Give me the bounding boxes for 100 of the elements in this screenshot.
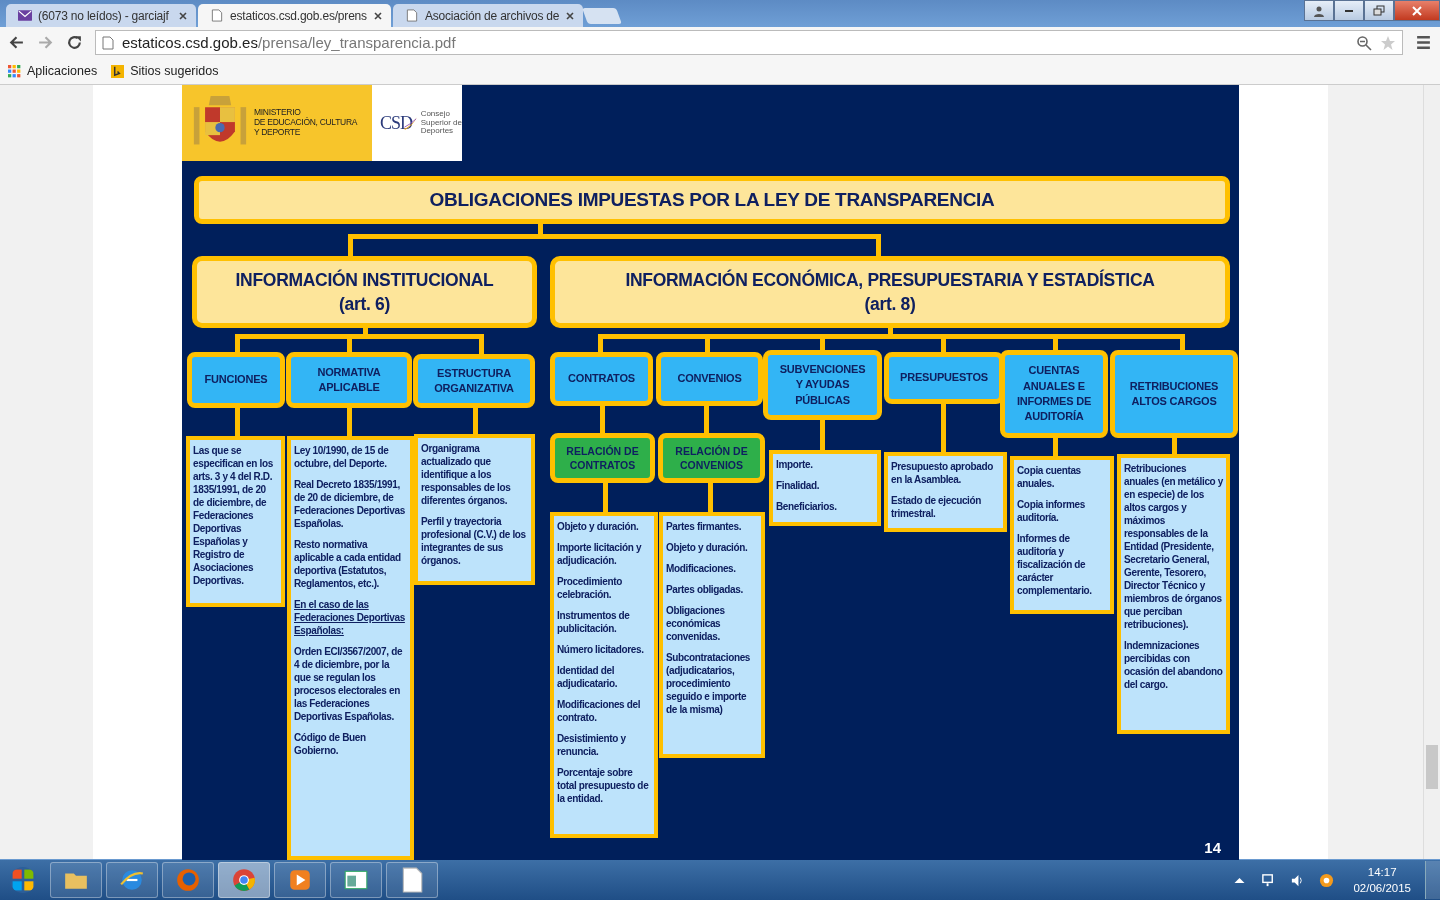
detail-text: Copia cuentas anuales.	[1017, 464, 1082, 490]
detail-text: Obligaciones económicas convenidas.	[666, 604, 726, 643]
windows-logo-icon	[10, 867, 36, 893]
detail-text: Modificaciones del contrato.	[557, 698, 642, 724]
detail-text: Las que se especifican en los arts. 3 y 4 del R.D. 1835/1991, de 20 de diciembre, de Federaciones Deportivas Españolas y Registro de Asociaciones Deportivas.	[193, 444, 274, 587]
detail-text: Partes firmantes.	[666, 520, 743, 533]
detail-text: Objeto y duración.	[557, 520, 640, 533]
close-button[interactable]	[1394, 0, 1440, 21]
section-article: (art. 6)	[338, 293, 391, 316]
detail-text: Resto normativa aplicable a cada entidad deportiva (Estatutos, Reglamentos, etc.).	[294, 538, 402, 590]
detail-text: En el caso de las Federaciones Deportivas Españolas:	[294, 598, 406, 637]
close-icon[interactable]	[372, 10, 383, 21]
category-box: RETRIBUCIONES ALTOS CARGOS	[1110, 350, 1238, 438]
play-icon	[287, 867, 313, 893]
detail-text: Importe licitación y adjudicación.	[557, 541, 643, 567]
page-icon	[210, 9, 224, 22]
detail-text: Desistimiento y renuncia.	[557, 732, 627, 758]
taskbar-button[interactable]	[330, 862, 382, 898]
detail-text: Perfil y trayectoria profesional (C.V.) de los integrantes de sus órganos.	[421, 515, 527, 567]
category-box: ESTRUCTURA ORGANIZATIVA	[413, 354, 535, 408]
page-number: 14	[1204, 839, 1221, 856]
tray-app-icon[interactable]	[1319, 872, 1335, 888]
detail-text: Porcentaje sobre total presupuesto de la entidad.	[557, 766, 650, 805]
taskbar-button[interactable]	[106, 862, 158, 898]
detail-text: Subcontrataciones (adjudicatarios, procedimiento seguido e importe de la misma)	[666, 651, 752, 716]
detail-text: Copia informes auditoría.	[1017, 498, 1086, 524]
address-bar[interactable]: estaticos.csd.gob.es/prensa/ley_transparencia.pdf	[95, 30, 1403, 55]
apps-grid-icon	[8, 64, 21, 78]
tab-title: Asociación de archivos de	[424, 8, 560, 23]
zoom-icon[interactable]	[1356, 34, 1372, 51]
category-box: CONTRATOS	[550, 352, 653, 406]
category-box: FUNCIONES	[187, 352, 285, 408]
clock-date: 02/06/2015	[1353, 881, 1411, 896]
back-icon[interactable]	[8, 34, 25, 51]
taskbar-button[interactable]	[50, 862, 102, 898]
clock-time: 14:17	[1367, 864, 1397, 880]
page-icon	[102, 35, 114, 50]
browser-tab[interactable]: Asociación de archivos de	[392, 4, 584, 27]
star-icon[interactable]	[1380, 34, 1396, 51]
section-article: (art. 8)	[864, 293, 916, 316]
menu-icon[interactable]	[1415, 34, 1432, 51]
reload-icon[interactable]	[66, 34, 83, 51]
detail-text: Indemnizaciones percibidas con ocasión del abandono del cargo.	[1124, 639, 1223, 691]
browser-tab[interactable]: estaticos.csd.gob.es/prens	[198, 4, 391, 27]
bookmark-item[interactable]: Sitios sugeridos	[111, 64, 219, 78]
ministry-name: DE EDUCACIÓN, CULTURA	[254, 118, 358, 128]
detail-text: Procedimiento celebración.	[557, 575, 623, 601]
person-icon	[1313, 4, 1325, 17]
category-box: CONVENIOS	[656, 352, 763, 406]
tab-title: (6073 no leídos) - garciajf	[38, 8, 170, 23]
detail-text: Orden ECI/3567/2007, de 4 de diciembre, por la que se regulan los procesos electorales en las Federaciones Deportivas Españolas.	[294, 645, 404, 723]
url-text: estaticos.csd.gob.es/prensa/ley_transparencia.pdf	[122, 34, 457, 51]
scrollbar[interactable]	[1423, 85, 1440, 859]
csd-name: Deportes	[420, 127, 455, 137]
detail-text: Modificaciones.	[666, 562, 737, 575]
close-icon[interactable]	[565, 10, 576, 21]
csd-mark: CSD	[380, 112, 412, 134]
close-icon	[1411, 4, 1423, 17]
taskbar-button[interactable]	[274, 862, 326, 898]
detail-text: Número licitadores.	[557, 643, 645, 656]
b-logo-icon	[111, 64, 125, 78]
taskbar-button[interactable]	[386, 862, 438, 898]
relation-box: RELACIÓN DE CONVENIOS	[658, 433, 765, 483]
category-box: SUBVENCIONES Y AYUDAS PÚBLICAS	[763, 350, 882, 420]
csd-name: Superior de	[420, 118, 462, 127]
detail-text: Finalidad.	[776, 479, 821, 492]
bookmark-item[interactable]: Aplicaciones	[8, 64, 98, 78]
page-icon	[404, 9, 419, 22]
detail-text: Objeto y duración.	[666, 541, 749, 554]
detail-text: Instrumentos de publicitación.	[557, 609, 631, 635]
detail-text: Organigrama actualizado que identifique a los responsables de los diferentes órganos.	[421, 442, 512, 507]
user-button[interactable]	[1304, 0, 1334, 21]
taskbar-button[interactable]	[218, 862, 270, 898]
close-icon[interactable]	[178, 10, 188, 21]
detail-text: Ley 10/1990, de 15 de octubre, del Deporte.	[294, 444, 390, 470]
scroll-thumb[interactable]	[1426, 745, 1438, 789]
minimize-button[interactable]	[1334, 0, 1364, 21]
maximize-button[interactable]	[1364, 0, 1394, 21]
section-title: INFORMACIÓN ECONÓMICA, PRESUPUESTARIA Y ESTADÍSTICA	[625, 268, 1155, 292]
detail-text: Partes obligadas.	[666, 583, 744, 596]
detail-text: Identidad del adjudicatario.	[557, 664, 619, 690]
fox-globe-icon	[175, 867, 201, 893]
chrome-icon	[231, 867, 257, 893]
ministry-name: Y DEPORTE	[254, 127, 302, 138]
category-box: NORMATIVA APLICABLE	[286, 352, 412, 408]
chart-title: OBLIGACIONES IMPUESTAS POR LA LEY DE TRANSPARENCIA	[194, 176, 1230, 224]
e-logo-icon	[119, 867, 145, 893]
browser-tab[interactable]: (6073 no leídos) - garciajf	[6, 4, 196, 27]
relation-box: RELACIÓN DE CONTRATOS	[550, 433, 655, 483]
taskbar-button[interactable]	[162, 862, 214, 898]
ministry-name: MINISTERIO	[254, 108, 301, 118]
detail-text: Estado de ejecución trimestral.	[891, 494, 983, 520]
taskbar-clock[interactable]: 14:17 02/06/2015	[1343, 863, 1421, 897]
tab-title: estaticos.csd.gob.es/prens	[230, 8, 367, 23]
mail-icon	[18, 9, 32, 22]
detail-text: Presupuesto aprobado en la Asamblea.	[891, 460, 994, 486]
detail-text: Informes de auditoría y fiscalización de carácter complementario.	[1017, 532, 1093, 597]
csd-name: Consejo	[420, 109, 450, 118]
detail-text: Código de Buen Gobierno.	[294, 731, 367, 757]
detail-text: Retribuciones anuales (en metálico y en especie) de los altos cargos y máximos responsables de la Entidad (Presidente, Secretario General, Gerente, Tesorero, Director Técnico y miembros de órganos que perciban retribuciones).	[1124, 462, 1223, 631]
